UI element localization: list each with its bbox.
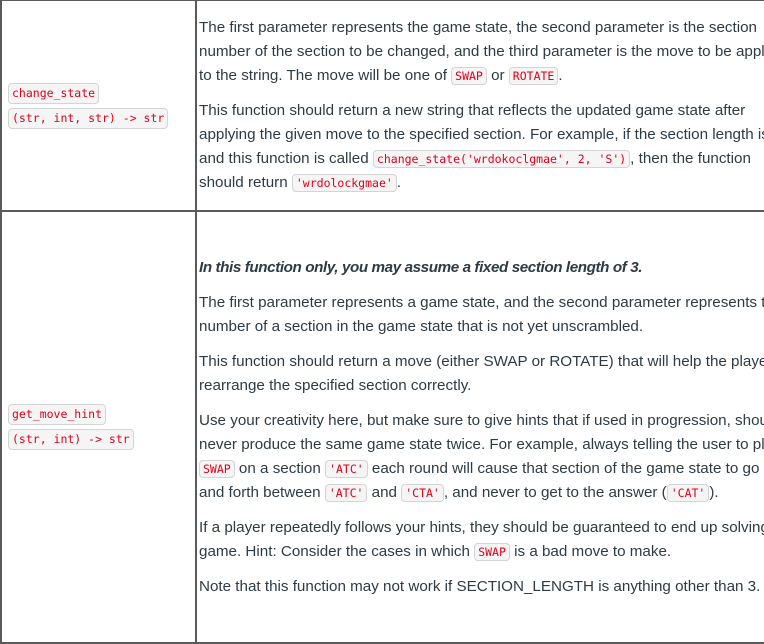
- text: Use your creativity here, but make sure …: [199, 411, 764, 453]
- function-name: change_state: [8, 82, 100, 104]
- table-row-get-move-hint: get_move_hint (str, int) -> str In this …: [0, 210, 764, 644]
- function-spec-table: change_state (str, int, str) -> str The …: [0, 0, 764, 644]
- function-name: get_move_hint: [8, 404, 107, 425]
- function-signature: (str, int, str) -> str: [8, 107, 169, 129]
- function-cell: get_move_hint (str, int) -> str: [0, 210, 197, 644]
- inline-code: ROTATE: [508, 67, 559, 85]
- emphasis-text: In this function only, you may assume a …: [199, 258, 643, 276]
- inline-code: 'wrdolockgmae': [291, 174, 397, 192]
- text: or: [486, 67, 509, 84]
- text: is a bad move to make.: [509, 542, 672, 560]
- inline-code: SWAP: [451, 67, 487, 85]
- inline-code: 'ATC': [325, 459, 368, 478]
- emphasis-note: In this function only, you may assume a …: [199, 256, 764, 280]
- paragraph: This function should return a new string…: [199, 99, 764, 195]
- paragraph: Note that this function may not work if …: [199, 577, 761, 595]
- paragraph: If a player repeatedly follows your hint…: [199, 516, 764, 564]
- text: on a section: [234, 459, 326, 477]
- text: .: [558, 67, 563, 84]
- inline-code: SWAP: [474, 542, 510, 561]
- description-cell: The first parameter represents the game …: [195, 0, 764, 212]
- paragraph: This function should return a move (eith…: [199, 352, 764, 394]
- paragraph: The first parameter represents a game st…: [199, 293, 764, 335]
- paragraph: Use your creativity here, but make sure …: [199, 409, 764, 505]
- function-signature: (str, int) -> str: [8, 429, 134, 450]
- inline-code: 'ATC': [324, 483, 368, 502]
- inline-code: 'CAT': [666, 483, 710, 502]
- text: .: [396, 174, 402, 191]
- inline-code: SWAP: [199, 459, 235, 478]
- description-cell: In this function only, you may assume a …: [195, 210, 764, 644]
- function-cell: change_state (str, int, str) -> str: [0, 0, 197, 212]
- text: and: [367, 483, 402, 501]
- inline-code: change_state('wrdokoclgmae', 2, 'S'): [372, 150, 631, 168]
- paragraph: The first parameter represents the game …: [199, 16, 764, 88]
- text: , and never to get to the answer (: [443, 483, 667, 501]
- table-row-change-state: change_state (str, int, str) -> str The …: [0, 0, 764, 212]
- inline-code: 'CTA': [401, 483, 444, 502]
- text: ).: [709, 483, 719, 501]
